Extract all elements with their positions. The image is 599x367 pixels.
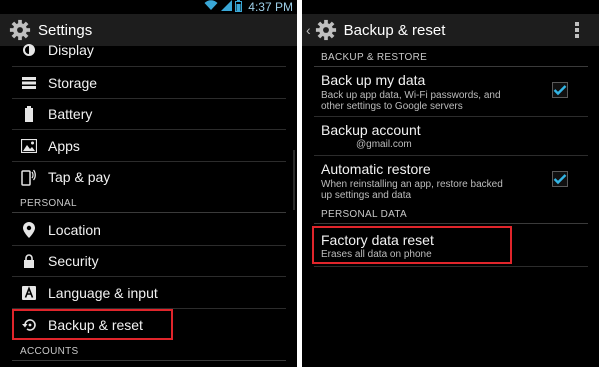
settings-item-apps[interactable]: Apps — [0, 134, 285, 158]
back-up-my-data-summary-line1: Back up app data, Wi-Fi passwords, and — [321, 90, 501, 101]
divider — [12, 161, 286, 162]
settings-item-label: Storage — [48, 75, 98, 91]
battery-icon — [235, 0, 243, 15]
battery-icon — [19, 104, 39, 124]
section-header-accounts: ACCOUNTS — [20, 346, 79, 357]
settings-gear-icon[interactable] — [8, 18, 32, 42]
section-header-personal: PERSONAL — [20, 198, 77, 209]
section-header-personal-data: PERSONAL DATA — [321, 209, 407, 220]
settings-item-display[interactable]: Display — [0, 40, 285, 60]
settings-item-label: Security — [48, 253, 99, 269]
backup-account-title: Backup account — [321, 122, 421, 138]
back-up-my-data-checkbox[interactable] — [552, 82, 568, 98]
divider — [314, 155, 588, 156]
apps-icon — [19, 136, 39, 156]
wifi-icon — [204, 0, 218, 14]
backup-reset-screen: ‹ Backup & reset BACKUP & RESTORE Back u… — [302, 0, 599, 367]
settings-item-battery[interactable]: Battery — [0, 102, 285, 126]
highlight-box-backup-reset — [12, 309, 173, 340]
divider — [314, 266, 588, 267]
automatic-restore-title: Automatic restore — [321, 161, 431, 177]
section-header-backup-restore: BACKUP & RESTORE — [321, 52, 428, 63]
back-up-my-data-summary-line2: other settings to Google servers — [321, 101, 463, 112]
settings-item-storage[interactable]: Storage — [0, 71, 285, 95]
settings-item-label: Language & input — [48, 285, 158, 301]
automatic-restore-summary-line1: When reinstalling an app, restore backed — [321, 179, 503, 190]
divider — [314, 116, 588, 117]
settings-item-label: Battery — [48, 106, 93, 122]
tap-pay-icon — [19, 167, 39, 187]
status-time: 4:37 PM — [248, 0, 293, 14]
divider — [12, 245, 286, 246]
back-up-my-data-title: Back up my data — [321, 72, 426, 88]
overflow-menu-icon[interactable] — [575, 22, 579, 38]
settings-item-security[interactable]: Security — [0, 249, 285, 273]
status-icons: 4:37 PM — [204, 0, 293, 14]
settings-item-language-input[interactable]: Language & input — [0, 281, 285, 305]
backup-account-value: @gmail.com — [356, 139, 412, 150]
highlight-box-factory-reset — [312, 226, 512, 264]
divider — [12, 276, 286, 277]
storage-icon — [19, 73, 39, 93]
settings-gear-icon[interactable] — [314, 18, 338, 42]
settings-screen: 4:37 PM Settings Display Storage Battery… — [0, 0, 297, 367]
action-bar: ‹ Backup & reset — [302, 14, 599, 46]
section-divider — [12, 212, 286, 213]
status-bar — [302, 0, 599, 14]
location-icon — [19, 220, 39, 240]
settings-item-label: Location — [48, 222, 101, 238]
settings-item-label: Tap & pay — [48, 169, 111, 185]
scrollbar[interactable] — [293, 150, 295, 210]
display-brightness-icon — [19, 40, 39, 60]
section-divider — [12, 360, 286, 361]
divider — [12, 98, 286, 99]
divider — [12, 129, 286, 130]
section-divider — [314, 223, 588, 224]
page-title: Settings — [38, 21, 93, 39]
settings-item-label: Apps — [48, 138, 80, 154]
automatic-restore-summary-line2: up settings and data — [321, 190, 412, 201]
keyboard-icon — [19, 283, 39, 303]
settings-item-tap-pay[interactable]: Tap & pay — [0, 165, 285, 189]
settings-item-label: Display — [48, 42, 94, 58]
signal-icon — [221, 0, 233, 14]
back-chevron-icon[interactable]: ‹ — [306, 22, 311, 38]
lock-icon — [19, 251, 39, 271]
status-bar: 4:37 PM — [0, 0, 297, 14]
automatic-restore-checkbox[interactable] — [552, 171, 568, 187]
settings-item-location[interactable]: Location — [0, 218, 285, 242]
page-title: Backup & reset — [343, 21, 446, 39]
divider — [12, 66, 286, 67]
section-divider — [314, 66, 588, 67]
